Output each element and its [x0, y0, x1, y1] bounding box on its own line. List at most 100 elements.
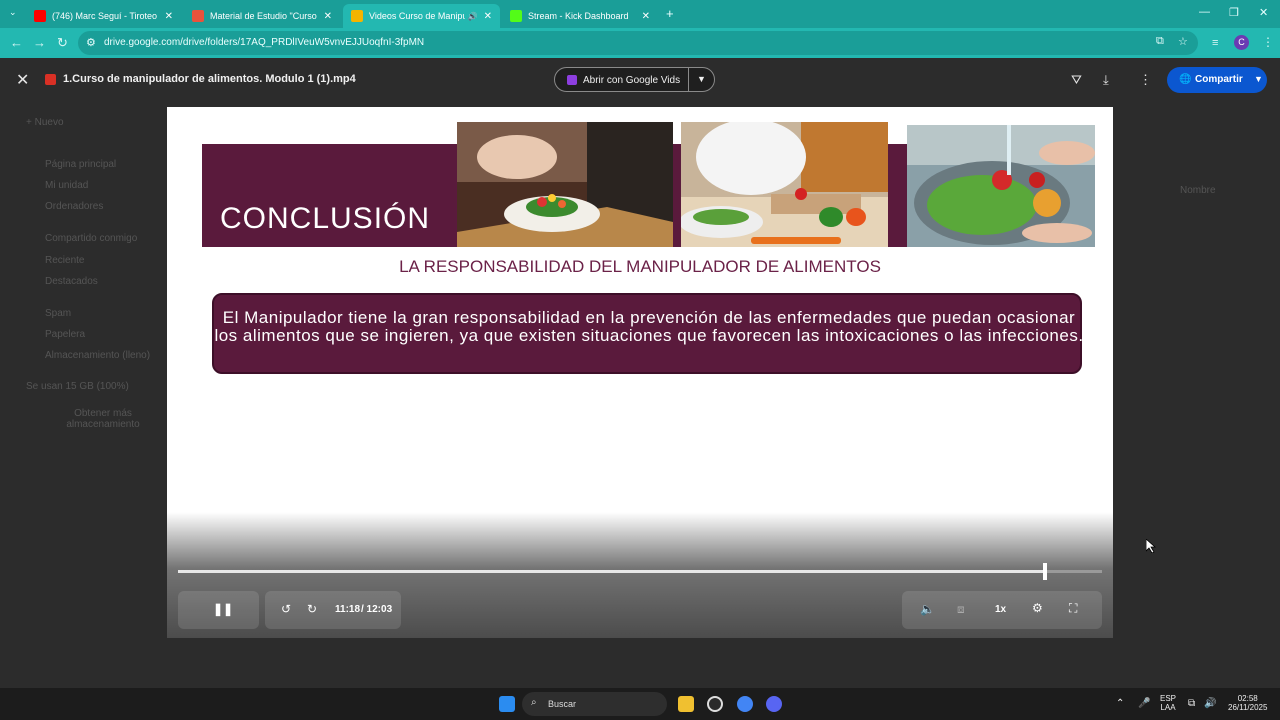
reload-icon[interactable]: ↻ [57, 35, 68, 51]
globe-icon: 🌐 [1179, 74, 1192, 85]
windows-taskbar: ⌕ Buscar ⌃ ESP LAA 🎤 ⧉ 🔊 02:58 26/11/202… [0, 688, 1280, 720]
add-shortcut-drive-icon[interactable]: ⛛ [1071, 72, 1082, 88]
site-info-icon[interactable]: ⚙ [86, 36, 96, 49]
share-label: Compartir [1195, 74, 1243, 85]
video-file-icon [45, 74, 56, 85]
canva-icon [192, 10, 204, 22]
time-controls: ↺ ↻ 11:18 / 12:03 [265, 591, 401, 629]
obs-icon[interactable] [707, 696, 723, 712]
new-button: + Nuevo [26, 117, 64, 128]
nav-computers: Ordenadores [45, 201, 104, 212]
kick-icon [510, 10, 522, 22]
forward-10-icon[interactable]: ↻ [307, 602, 317, 616]
forward-icon[interactable]: → [33, 35, 46, 50]
slide-body-text: El Manipulador tiene la gran responsabil… [214, 308, 1084, 345]
current-time: 11:18 [335, 604, 361, 615]
chevron-down-icon[interactable]: ▼ [1254, 74, 1263, 84]
nav-storage: Almacenamiento (lleno) [45, 350, 151, 361]
captions-icon[interactable]: ⧈ [957, 602, 965, 617]
address-bar-row: ← → ↻ ⚙ drive.google.com/drive/folders/1… [0, 28, 1280, 58]
close-viewer-icon[interactable]: ✕ [16, 70, 29, 90]
window-close-icon[interactable]: ✕ [1259, 6, 1268, 19]
language-indicator[interactable]: ESP LAA [1160, 694, 1176, 712]
right-controls: 🔈 ⧈ 1x ⚙ ⛶ [902, 591, 1102, 629]
nav-home: Página principal [45, 159, 117, 170]
file-explorer-icon[interactable] [678, 696, 694, 712]
show-hidden-icons-icon[interactable]: ⌃ [1116, 698, 1124, 709]
tab-material-estudio[interactable]: Material de Estudio "Curso de M ✕ [184, 4, 340, 28]
sort-label: Nombre [1180, 185, 1216, 196]
audio-playing-icon[interactable]: 🔊 [468, 12, 478, 21]
seek-bar[interactable] [178, 563, 1102, 580]
mouse-cursor-icon [1146, 539, 1156, 553]
network-icon[interactable]: ⧉ [1188, 698, 1195, 709]
rewind-10-icon[interactable]: ↺ [281, 602, 291, 616]
start-windows-icon[interactable] [499, 696, 515, 712]
google-vids-icon [567, 75, 577, 85]
more-actions-icon[interactable]: ⋮ [1139, 72, 1152, 88]
video-player[interactable]: CONCLUSIÓN LA RESPONSABILIDAD DEL MANIPU… [167, 107, 1113, 638]
close-icon[interactable]: ✕ [324, 11, 332, 22]
nav-starred: Destacados [45, 276, 98, 287]
open-with-label: Abrir con Google Vids [583, 75, 681, 86]
nav-shared: Compartido conmigo [45, 233, 138, 244]
storage-usage: Se usan 15 GB (100%) [26, 381, 129, 392]
search-icon: ⌕ [531, 697, 537, 708]
profile-avatar[interactable]: C [1234, 35, 1249, 50]
bookmark-star-icon[interactable]: ☆ [1178, 35, 1188, 48]
slide-title: CONCLUSIÓN [220, 202, 431, 235]
tab-search-chevron-icon[interactable]: ⌄ [9, 7, 17, 18]
install-app-icon[interactable]: ⧉ [1156, 35, 1164, 48]
new-tab-icon[interactable]: + [666, 6, 674, 21]
clock-time: 02:58 [1237, 694, 1258, 703]
tab-title: (746) Marc Seguí - Tiroteo Rem [52, 11, 159, 21]
nav-recent: Reciente [45, 255, 85, 266]
playback-speed[interactable]: 1x [995, 604, 1006, 615]
discord-icon[interactable] [766, 696, 782, 712]
slide-text-box: El Manipulador tiene la gran responsabil… [212, 293, 1084, 374]
close-icon[interactable]: ✕ [642, 11, 650, 22]
youtube-icon [34, 10, 46, 22]
settings-gear-icon[interactable]: ⚙ [1032, 601, 1043, 615]
tab-title: Stream - Kick Dashboard [528, 11, 629, 21]
volume-icon[interactable]: 🔈 [920, 602, 935, 616]
tab-kick-dashboard[interactable]: Stream - Kick Dashboard ✕ [502, 4, 658, 28]
washing-vegetables-photo [907, 125, 1095, 247]
close-icon[interactable]: ✕ [484, 11, 492, 22]
back-icon[interactable]: ← [10, 35, 23, 50]
play-pause-button[interactable]: ❚❚ [178, 591, 259, 629]
share-button[interactable]: 🌐 Compartir ▼ [1167, 67, 1267, 93]
taskbar-search[interactable]: ⌕ Buscar [522, 692, 667, 716]
pause-icon: ❚❚ [213, 602, 234, 616]
divider [688, 68, 689, 91]
browser-tab-strip: ⌄ (746) Marc Seguí - Tiroteo Rem ✕ Mater… [0, 0, 1280, 28]
tab-title: Videos Curso de Manipulac [369, 11, 465, 21]
restore-icon[interactable]: ❐ [1229, 6, 1239, 19]
chevron-down-icon[interactable]: ▼ [697, 74, 706, 84]
url-text[interactable]: drive.google.com/drive/folders/17AQ_PRDl… [104, 37, 424, 48]
duration: / 12:03 [361, 604, 393, 615]
speaker-icon[interactable]: 🔊 [1204, 698, 1216, 709]
chef-cutting-photo [681, 122, 888, 247]
chrome-icon[interactable] [737, 696, 753, 712]
tab-videos-curso[interactable]: Videos Curso de Manipulac 🔊 ✕ [343, 4, 500, 28]
media-control-icon[interactable]: ≡ [1212, 37, 1218, 49]
tab-title: Material de Estudio "Curso de M [210, 11, 318, 21]
seek-handle[interactable] [1042, 563, 1047, 580]
browser-menu-icon[interactable]: ⋮ [1262, 35, 1274, 49]
omnibox[interactable]: ⚙ drive.google.com/drive/folders/17AQ_PR… [78, 31, 1198, 55]
close-icon[interactable]: ✕ [165, 11, 173, 22]
clock[interactable]: 02:58 26/11/2025 [1228, 694, 1267, 712]
storage-button: Obtener más almacenamiento [66, 408, 140, 430]
download-icon[interactable]: ⤓ [1103, 72, 1109, 88]
new-label: Nuevo [34, 117, 64, 128]
tab-youtube[interactable]: (746) Marc Seguí - Tiroteo Rem ✕ [26, 4, 181, 28]
drive-icon [351, 10, 363, 22]
fullscreen-icon[interactable]: ⛶ [1069, 601, 1077, 616]
minimize-icon[interactable]: — [1199, 6, 1210, 18]
nav-trash: Papelera [45, 329, 86, 340]
microphone-icon[interactable]: 🎤 [1138, 698, 1150, 709]
open-with-button[interactable]: Abrir con Google Vids ▼ [554, 67, 715, 92]
seek-bar-played [178, 570, 1045, 573]
language-code: ESP [1160, 694, 1177, 703]
